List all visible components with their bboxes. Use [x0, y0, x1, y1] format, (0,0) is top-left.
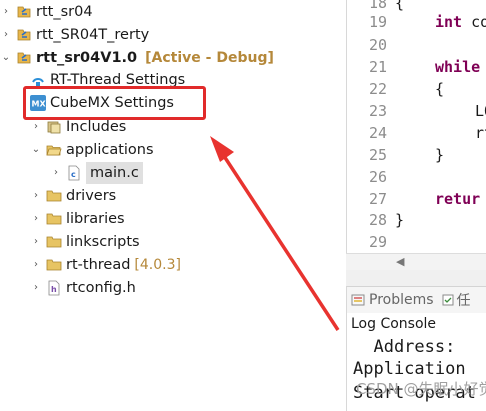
tree-item-label: libraries	[66, 211, 125, 227]
tab-label: Problems	[369, 292, 434, 308]
code-line: while	[435, 58, 481, 76]
code-line: }	[435, 146, 445, 164]
tree-item-label: drivers	[66, 188, 117, 204]
c-source-file-icon: c	[66, 165, 82, 181]
tree-item-rtt-sr04v1[interactable]: ⌄ rtt_sr04V1.0 [Active - Debug]	[0, 47, 274, 69]
line-number: 22	[368, 80, 387, 98]
code-line: }	[395, 211, 405, 229]
line-number: 24	[368, 124, 387, 142]
expanded-chevron-icon[interactable]: ⌄	[0, 47, 12, 69]
tree-item-label: rtt_SR04T_rerty	[36, 27, 150, 43]
project-icon	[16, 4, 32, 20]
collapsed-chevron-icon[interactable]: ›	[0, 1, 12, 23]
horizontal-scrollbar[interactable]: ◀	[346, 253, 486, 271]
tree-item-label: applications	[66, 142, 154, 158]
collapsed-chevron-icon[interactable]: ›	[30, 254, 42, 276]
problems-icon	[351, 293, 365, 307]
open-folder-icon	[46, 142, 62, 158]
tree-item-rtt-sr04[interactable]: › rtt_sr04	[0, 1, 93, 23]
tree-item-label: main.c	[86, 162, 143, 184]
line-number: 25	[368, 146, 387, 164]
code-line: rt	[475, 124, 486, 142]
collapsed-chevron-icon[interactable]: ›	[30, 208, 42, 230]
log-console[interactable]: Address: Application Start operat	[346, 335, 486, 411]
includes-icon	[46, 119, 62, 135]
folder-icon	[46, 188, 62, 204]
collapsed-chevron-icon[interactable]: ›	[50, 162, 62, 184]
project-explorer: › rtt_sr04 › rtt_SR04T_rerty ⌄ rtt_sr04V…	[0, 0, 343, 411]
tree-item-drivers[interactable]: › drivers	[30, 185, 116, 207]
tree-item-linkscripts[interactable]: › linkscripts	[30, 231, 140, 253]
code-line: int co	[435, 13, 486, 31]
tree-item-label: linkscripts	[66, 234, 140, 250]
code-editor[interactable]: 18 { 19 int co 20 21 while 22 { 23 LO 24…	[346, 0, 486, 270]
line-number: 26	[368, 168, 387, 186]
tree-item-applications[interactable]: ⌄ applications	[30, 139, 154, 161]
header-file-icon: h	[46, 280, 62, 296]
version-badge: [4.0.3]	[134, 257, 181, 273]
tree-item-label: rtt_sr04V1.0	[36, 50, 138, 66]
tree-item-rtconfig-h[interactable]: › h rtconfig.h	[30, 277, 136, 299]
folder-icon	[46, 211, 62, 227]
code-line: retur	[435, 190, 481, 208]
line-number: 19	[368, 13, 387, 31]
view-tab-bar: Problems 任	[346, 286, 486, 313]
tab-tasks[interactable]: 任	[442, 290, 471, 310]
console-title: Log Console	[346, 313, 486, 335]
tree-item-label: rtconfig.h	[66, 280, 136, 296]
panel-splitter[interactable]	[346, 270, 486, 286]
tree-item-label: rt-thread	[66, 257, 131, 273]
folder-icon	[46, 234, 62, 250]
expanded-chevron-icon[interactable]: ⌄	[30, 139, 42, 161]
line-number: 20	[368, 36, 387, 54]
highlight-box	[23, 86, 206, 120]
line-number: 28	[368, 211, 387, 229]
code-line: {	[435, 80, 445, 98]
console-line: Application	[353, 359, 466, 379]
svg-text:h: h	[51, 285, 57, 294]
line-number: 29	[368, 233, 387, 251]
line-number: 23	[368, 102, 387, 120]
collapsed-chevron-icon[interactable]: ›	[30, 277, 42, 299]
tree-item-main-c[interactable]: › c main.c	[50, 162, 143, 184]
tree-item-rt-thread[interactable]: › rt-thread [4.0.3]	[30, 254, 181, 276]
collapsed-chevron-icon[interactable]: ›	[30, 185, 42, 207]
tasks-icon	[442, 294, 454, 306]
line-number: 18	[368, 0, 387, 12]
tree-item-rtt-sr04t-rerty[interactable]: › rtt_SR04T_rerty	[0, 24, 149, 46]
code-line: {	[395, 0, 405, 12]
tab-label: 任	[456, 293, 471, 309]
tree-item-label: rtt_sr04	[36, 4, 93, 20]
watermark: CSDN @失眠小好觉	[356, 380, 486, 398]
svg-text:c: c	[71, 170, 76, 179]
project-icon	[16, 27, 32, 43]
scroll-left-arrow-icon[interactable]: ◀	[396, 255, 404, 268]
collapsed-chevron-icon[interactable]: ›	[30, 231, 42, 253]
project-icon	[16, 50, 32, 66]
code-line: LO	[475, 102, 486, 120]
tab-problems[interactable]: Problems	[351, 292, 434, 308]
active-config-badge: [Active - Debug]	[145, 50, 274, 66]
collapsed-chevron-icon[interactable]: ›	[0, 24, 12, 46]
line-number: 21	[368, 58, 387, 76]
tree-item-libraries[interactable]: › libraries	[30, 208, 125, 230]
folder-icon	[46, 257, 62, 273]
console-line: Address:	[353, 337, 456, 357]
line-number: 27	[368, 190, 387, 208]
